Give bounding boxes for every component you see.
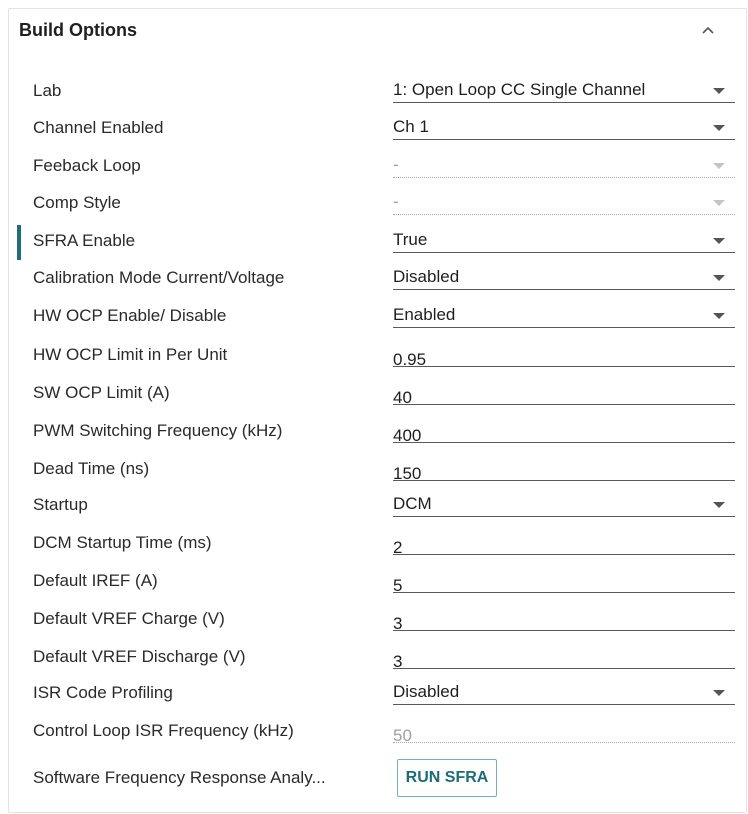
option-row-default-vref-charge-v: Default VREF Charge (V) 3 (0, 600, 748, 636)
option-label: HW OCP Enable/ Disable (33, 306, 227, 325)
dropdown-caret-icon[interactable] (713, 125, 725, 131)
select-lab[interactable]: 1: Open Loop CC Single Channel (393, 77, 735, 103)
option-label: HW OCP Limit in Per Unit (33, 345, 228, 364)
field-value: - (393, 192, 399, 211)
input-default-iref-a[interactable]: 5 (393, 567, 735, 595)
input-pwm-switching-frequency-khz[interactable]: 400 (393, 417, 735, 445)
panel-title: Build Options (19, 20, 137, 40)
option-row-hw-ocp-enable-disable: HW OCP Enable/ Disable Enabled (0, 297, 748, 333)
option-row-sw-ocp-limit-a: SW OCP Limit (A) 40 (0, 374, 748, 410)
option-label: Channel Enabled (33, 118, 164, 137)
dropdown-caret-icon[interactable] (713, 275, 725, 281)
option-label: DCM Startup Time (ms) (33, 533, 212, 552)
select-channel-enabled[interactable]: Ch 1 (393, 114, 735, 140)
option-row-default-iref-a: Default IREF (A) 5 (0, 562, 748, 598)
run-sfra-button[interactable]: RUN SFRA (397, 759, 497, 797)
field-value: 0.95 (393, 350, 427, 369)
field-value: True (393, 230, 428, 249)
option-label: PWM Switching Frequency (kHz) (33, 421, 283, 440)
option-label: Default IREF (A) (33, 571, 158, 590)
chevron-up-icon[interactable] (700, 24, 716, 36)
option-label: Default VREF Discharge (V) (33, 647, 246, 666)
dropdown-caret-icon[interactable] (713, 502, 725, 508)
option-label: Control Loop ISR Frequency (kHz) (33, 721, 294, 740)
input-dcm-startup-time-ms[interactable]: 2 (393, 529, 735, 557)
field-value: Disabled (393, 682, 460, 701)
field-value: DCM (393, 494, 432, 513)
option-row-feeback-loop: Feeback Loop - (0, 147, 748, 183)
option-row-sfra-enable: SFRA Enable True (0, 222, 748, 258)
option-row-dead-time-ns: Dead Time (ns) 150 (0, 450, 748, 486)
select-startup[interactable]: DCM (393, 491, 735, 517)
select-feeback-loop: - (393, 152, 735, 178)
option-row-control-loop-isr-frequency-khz: Control Loop ISR Frequency (kHz) 50 (0, 712, 748, 748)
dropdown-caret-icon[interactable] (713, 690, 725, 696)
option-row-calibration-mode-current-voltage: Calibration Mode Current/Voltage Disabled (0, 259, 748, 295)
input-sw-ocp-limit-a[interactable]: 40 (393, 379, 735, 407)
select-calibration-mode-current-voltage[interactable]: Disabled (393, 264, 735, 290)
field-value: 50 (393, 726, 412, 745)
field-value: 1: Open Loop CC Single Channel (393, 80, 646, 99)
field-value: - (393, 155, 399, 174)
option-label: ISR Code Profiling (33, 683, 173, 702)
field-value: 5 (393, 576, 403, 595)
option-label: Lab (33, 81, 62, 100)
field-value: 40 (393, 388, 412, 407)
option-row-startup: Startup DCM (0, 486, 748, 522)
select-hw-ocp-enable-disable[interactable]: Enabled (393, 302, 735, 328)
input-hw-ocp-limit-in-per-unit[interactable]: 0.95 (393, 341, 735, 369)
field-value: 150 (393, 464, 422, 483)
option-label: SFRA Enable (33, 231, 136, 250)
option-label: SW OCP Limit (A) (33, 383, 170, 402)
field-value: Ch 1 (393, 117, 429, 136)
input-default-vref-discharge-v[interactable]: 3 (393, 643, 735, 671)
option-row-default-vref-discharge-v: Default VREF Discharge (V) 3 (0, 638, 748, 674)
dropdown-caret-icon[interactable] (713, 313, 725, 319)
option-label: Software Frequency Response Analy... (33, 768, 326, 787)
select-comp-style: - (393, 189, 735, 215)
option-row-software-frequency-response-analy: Software Frequency Response Analy... RUN … (0, 759, 748, 797)
option-row-comp-style: Comp Style - (0, 184, 748, 220)
select-isr-code-profiling[interactable]: Disabled (393, 679, 735, 705)
dropdown-caret-icon[interactable] (713, 88, 725, 94)
input-control-loop-isr-frequency-khz: 50 (393, 717, 735, 745)
option-label: Default VREF Charge (V) (33, 609, 225, 628)
option-row-isr-code-profiling: ISR Code Profiling Disabled (0, 674, 748, 710)
option-label: Comp Style (33, 193, 121, 212)
select-sfra-enable[interactable]: True (393, 227, 735, 253)
field-value: Enabled (393, 305, 456, 324)
option-row-channel-enabled: Channel Enabled Ch 1 (0, 109, 748, 145)
dropdown-caret-icon (713, 200, 725, 206)
field-value: Disabled (393, 267, 460, 286)
option-row-lab: Lab 1: Open Loop CC Single Channel (0, 72, 748, 108)
field-value: 2 (393, 538, 403, 557)
option-row-hw-ocp-limit-in-per-unit: HW OCP Limit in Per Unit 0.95 (0, 336, 748, 372)
field-value: 3 (393, 614, 403, 633)
option-row-pwm-switching-frequency-khz: PWM Switching Frequency (kHz) 400 (0, 412, 748, 448)
dropdown-caret-icon[interactable] (713, 238, 725, 244)
option-label: Calibration Mode Current/Voltage (33, 268, 285, 287)
input-default-vref-charge-v[interactable]: 3 (393, 605, 735, 633)
dropdown-caret-icon (713, 163, 725, 169)
input-dead-time-ns[interactable]: 150 (393, 455, 735, 483)
option-label: Startup (33, 495, 88, 514)
option-label: Dead Time (ns) (33, 459, 150, 478)
option-label: Feeback Loop (33, 156, 141, 175)
field-value: 400 (393, 426, 422, 445)
field-value: 3 (393, 652, 403, 671)
option-row-dcm-startup-time-ms: DCM Startup Time (ms) 2 (0, 524, 748, 560)
